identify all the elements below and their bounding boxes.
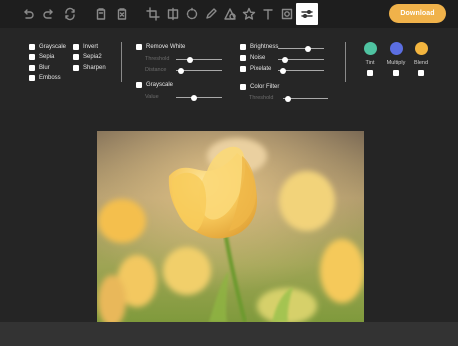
blend-checkbox[interactable] [418, 70, 424, 76]
slider-thumb[interactable] [186, 56, 193, 63]
slider-thumb[interactable] [177, 67, 184, 74]
emboss-checkbox[interactable]: Emboss [29, 75, 61, 81]
tint-checkbox[interactable] [367, 70, 373, 76]
canvas-image[interactable] [97, 131, 364, 322]
brightness-checkbox[interactable]: Brightness [240, 44, 278, 50]
checkbox[interactable] [240, 44, 246, 50]
color-filter-threshold-slider[interactable] [283, 95, 328, 102]
threshold-label: Threshold [249, 95, 274, 101]
text-icon[interactable] [258, 4, 278, 24]
brightness-slider[interactable] [278, 45, 324, 52]
noise-slider[interactable] [278, 56, 324, 63]
checkbox-label: Sepia2 [83, 54, 102, 60]
threshold-label: Threshold [145, 56, 170, 62]
tulip-photo [97, 131, 364, 322]
filter-panel: Grayscale Sepia Blur Emboss Invert Sepia… [0, 28, 458, 110]
checkbox[interactable] [73, 65, 79, 71]
delete-icon[interactable] [91, 4, 111, 24]
checkbox-label: Brightness [250, 44, 279, 50]
grayscale-checkbox[interactable]: Grayscale [29, 44, 66, 50]
slider-thumb[interactable] [281, 56, 288, 63]
checkbox[interactable] [240, 66, 246, 72]
slider-thumb[interactable] [304, 45, 311, 52]
crop-icon[interactable] [143, 4, 163, 24]
sepia-checkbox[interactable]: Sepia [29, 54, 54, 60]
checkbox-label: Noise [250, 55, 266, 61]
filter-icon[interactable] [296, 3, 318, 25]
checkbox-label: Blur [39, 65, 50, 71]
checkbox-label: Pixelate [250, 66, 272, 72]
checkbox[interactable] [136, 44, 142, 50]
checkbox[interactable] [29, 75, 35, 81]
mask-icon[interactable] [277, 4, 297, 24]
blur-checkbox[interactable]: Blur [29, 65, 50, 71]
grayscale-value-slider[interactable] [176, 94, 222, 101]
checkbox-label: Color Filter [250, 84, 280, 90]
multiply-color-swatch[interactable] [390, 42, 403, 55]
color-filter-checkbox[interactable]: Color Filter [240, 84, 279, 90]
sharpen-checkbox[interactable]: Sharpen [73, 65, 106, 71]
checkbox[interactable] [136, 82, 142, 88]
noise-checkbox[interactable]: Noise [240, 55, 265, 61]
tint-color-swatch[interactable] [364, 42, 377, 55]
checkbox[interactable] [29, 44, 35, 50]
draw-icon[interactable] [201, 4, 221, 24]
divider [121, 42, 122, 82]
toolbar: Download [0, 0, 458, 28]
flip-icon[interactable] [163, 4, 183, 24]
checkbox-label: Sharpen [83, 65, 106, 71]
invert-checkbox[interactable]: Invert [73, 44, 98, 50]
checkbox[interactable] [240, 55, 246, 61]
blend-label: Blend [413, 60, 429, 66]
checkbox[interactable] [29, 65, 35, 71]
grayscale-value-checkbox[interactable]: Grayscale [136, 82, 173, 88]
pixelate-slider[interactable] [278, 67, 324, 74]
sepia2-checkbox[interactable]: Sepia2 [73, 54, 102, 60]
checkbox[interactable] [240, 84, 246, 90]
remove-white-distance-slider[interactable] [176, 67, 222, 74]
delete-all-icon[interactable] [112, 4, 132, 24]
slider-thumb[interactable] [285, 95, 292, 102]
pixelate-checkbox[interactable]: Pixelate [240, 66, 271, 72]
multiply-checkbox[interactable] [393, 70, 399, 76]
checkbox-label: Emboss [39, 75, 61, 81]
checkbox[interactable] [73, 44, 79, 50]
checkbox-label: Grayscale [146, 82, 174, 88]
icon-tool-icon[interactable] [239, 4, 259, 24]
canvas-area [0, 110, 458, 322]
checkbox-label: Grayscale [39, 44, 67, 50]
remove-white-threshold-slider[interactable] [176, 56, 222, 63]
checkbox-label: Remove White [146, 44, 186, 50]
blend-color-swatch[interactable] [415, 42, 428, 55]
checkbox[interactable] [29, 54, 35, 60]
shape-icon[interactable] [220, 4, 240, 24]
undo-icon[interactable] [18, 4, 38, 24]
status-bar [0, 322, 458, 346]
slider-thumb[interactable] [279, 67, 286, 74]
redo-icon[interactable] [39, 4, 59, 24]
remove-white-checkbox[interactable]: Remove White [136, 44, 185, 50]
slider-thumb[interactable] [191, 94, 198, 101]
distance-label: Distance [145, 67, 167, 73]
reset-icon[interactable] [60, 4, 80, 24]
divider [345, 42, 346, 82]
value-label: Value [145, 94, 159, 100]
checkbox-label: Sepia [39, 54, 55, 60]
checkbox-label: Invert [83, 44, 99, 50]
rotate-icon[interactable] [182, 4, 202, 24]
checkbox[interactable] [73, 54, 79, 60]
download-button[interactable]: Download [389, 4, 446, 23]
